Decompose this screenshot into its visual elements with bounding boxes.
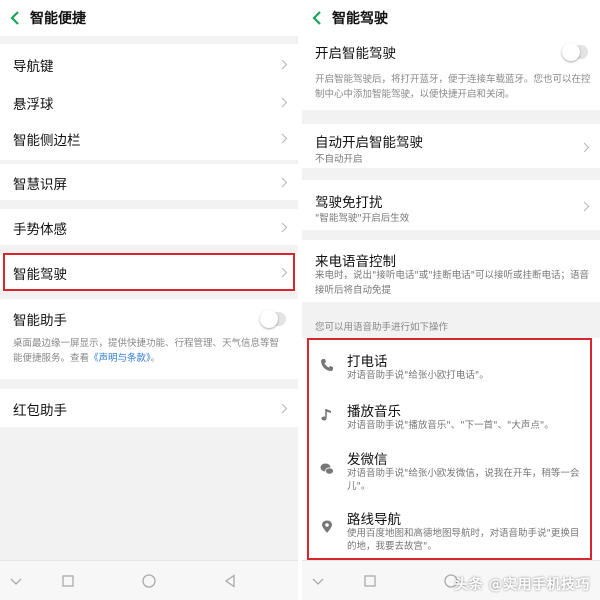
back-button[interactable] — [302, 0, 332, 36]
driving-dnd-row[interactable]: 驾驶免打扰 "智能驾驶"开启后生效 — [302, 180, 600, 230]
settings-item-label: 悬浮球 — [13, 97, 54, 113]
chevron-right-icon — [281, 177, 288, 188]
setting-label: 来电语音控制 — [315, 254, 396, 270]
page-title: 智能便捷 — [30, 11, 86, 27]
settings-item-gestures[interactable]: 手势体感 — [0, 209, 298, 245]
terms-link[interactable]: 《声明与条款》 — [89, 353, 151, 364]
page-title: 智能驾驶 — [332, 11, 388, 27]
nav-recents-button[interactable] — [362, 573, 378, 589]
chevron-down-icon — [312, 578, 324, 585]
left-screen: 智能便捷 导航键 悬浮球 智能侧边栏 智慧识屏 手势体感 智能驾驶 智能助手 桌… — [0, 0, 298, 600]
settings-item-label: 导航键 — [13, 59, 54, 75]
nav-home-button[interactable] — [141, 573, 157, 589]
section-hint: 您可以用语音助手进行如下操作 — [315, 322, 449, 333]
settings-item-smart-assistant[interactable]: 智能助手 桌面最边缘一屏显示，提供快捷功能、行程管理、天气信息等智 能便捷服务。… — [0, 299, 298, 379]
chevron-right-icon — [281, 133, 288, 144]
description-line: 能便捷服务。查看《声明与条款》。 — [13, 351, 290, 366]
back-arrow-icon — [10, 11, 19, 25]
toggle-knob — [562, 43, 580, 61]
settings-item-label: 智能助手 — [13, 313, 67, 329]
top-bar: 智能驾驶 — [302, 0, 600, 36]
call-voice-control-row[interactable]: 来电语音控制 来电时，说出"接听电话"或"挂断电话"可以接听或挂断电话；语音接听… — [302, 240, 600, 302]
settings-item-label: 智能侧边栏 — [13, 133, 81, 149]
setting-description: "智能驾驶"开启后生效 — [315, 213, 410, 224]
right-screen: 智能驾驶 开启智能驾驶 开启智能驾驶后，将打开蓝牙，便于连接车载蓝牙。您也可以在… — [302, 0, 600, 600]
settings-item-nav-keys[interactable]: 导航键 — [0, 44, 298, 84]
description-text: 能便捷服务。查看 — [13, 353, 90, 364]
settings-item-label: 手势体感 — [13, 222, 67, 238]
system-nav-bar — [0, 560, 298, 600]
nav-collapse-button[interactable] — [8, 573, 24, 589]
back-button[interactable] — [0, 0, 30, 36]
circle-icon — [142, 574, 156, 588]
back-arrow-icon — [312, 11, 321, 25]
setting-label: 自动开启智能驾驶 — [315, 135, 423, 151]
chevron-down-icon — [10, 578, 22, 585]
chevron-right-icon — [583, 142, 590, 153]
highlight-box — [3, 253, 295, 291]
chevron-right-icon — [281, 403, 288, 414]
smart-assistant-toggle[interactable] — [260, 310, 286, 328]
smart-driving-toggle[interactable] — [562, 43, 588, 61]
toggle-knob — [260, 310, 278, 328]
enable-smart-driving-row[interactable]: 开启智能驾驶 开启智能驾驶后，将打开蓝牙，便于连接车载蓝牙。您也可以在控制中心中… — [302, 36, 600, 110]
setting-description: 来电时，说出"接听电话"或"挂断电话"可以接听或挂断电话；语音接听后将自动免提 — [315, 270, 589, 296]
settings-item-floating-ball[interactable]: 悬浮球 — [0, 84, 298, 120]
chevron-right-icon — [281, 97, 288, 108]
settings-item-red-packet-assistant[interactable]: 红包助手 — [0, 389, 298, 427]
chevron-right-icon — [583, 201, 590, 212]
setting-label: 开启智能驾驶 — [315, 46, 396, 62]
settings-item-label: 红包助手 — [13, 403, 67, 419]
settings-item-smart-screen-recognition[interactable]: 智慧识屏 — [0, 164, 298, 200]
description-line: 桌面最边缘一屏显示，提供快捷功能、行程管理、天气信息等智 — [13, 338, 280, 349]
description-text: 。 — [150, 353, 161, 364]
nav-collapse-button[interactable] — [310, 573, 326, 589]
auto-enable-row[interactable]: 自动开启智能驾驶 不自动开启 — [302, 124, 600, 168]
nav-back-button[interactable] — [222, 573, 238, 589]
setting-description: 开启智能驾驶后，将打开蓝牙，便于连接车载蓝牙。您也可以在控制中心中添加智能驾驶，… — [315, 74, 591, 100]
nav-recents-button[interactable] — [60, 573, 76, 589]
setting-label: 驾驶免打扰 — [315, 195, 383, 211]
settings-item-smart-sidebar[interactable]: 智能侧边栏 — [0, 120, 298, 160]
square-icon — [364, 575, 376, 587]
square-icon — [62, 575, 74, 587]
chevron-right-icon — [281, 222, 288, 233]
highlight-box — [307, 338, 592, 560]
smart-assistant-description: 桌面最边缘一屏显示，提供快捷功能、行程管理、天气信息等智 能便捷服务。查看《声明… — [13, 336, 290, 366]
triangle-back-icon — [224, 574, 235, 588]
watermark: 头条 @实用手机技巧 — [454, 577, 590, 593]
top-bar: 智能便捷 — [0, 0, 298, 36]
setting-value: 不自动开启 — [315, 154, 363, 165]
settings-item-label: 智慧识屏 — [13, 177, 67, 193]
chevron-right-icon — [281, 59, 288, 70]
